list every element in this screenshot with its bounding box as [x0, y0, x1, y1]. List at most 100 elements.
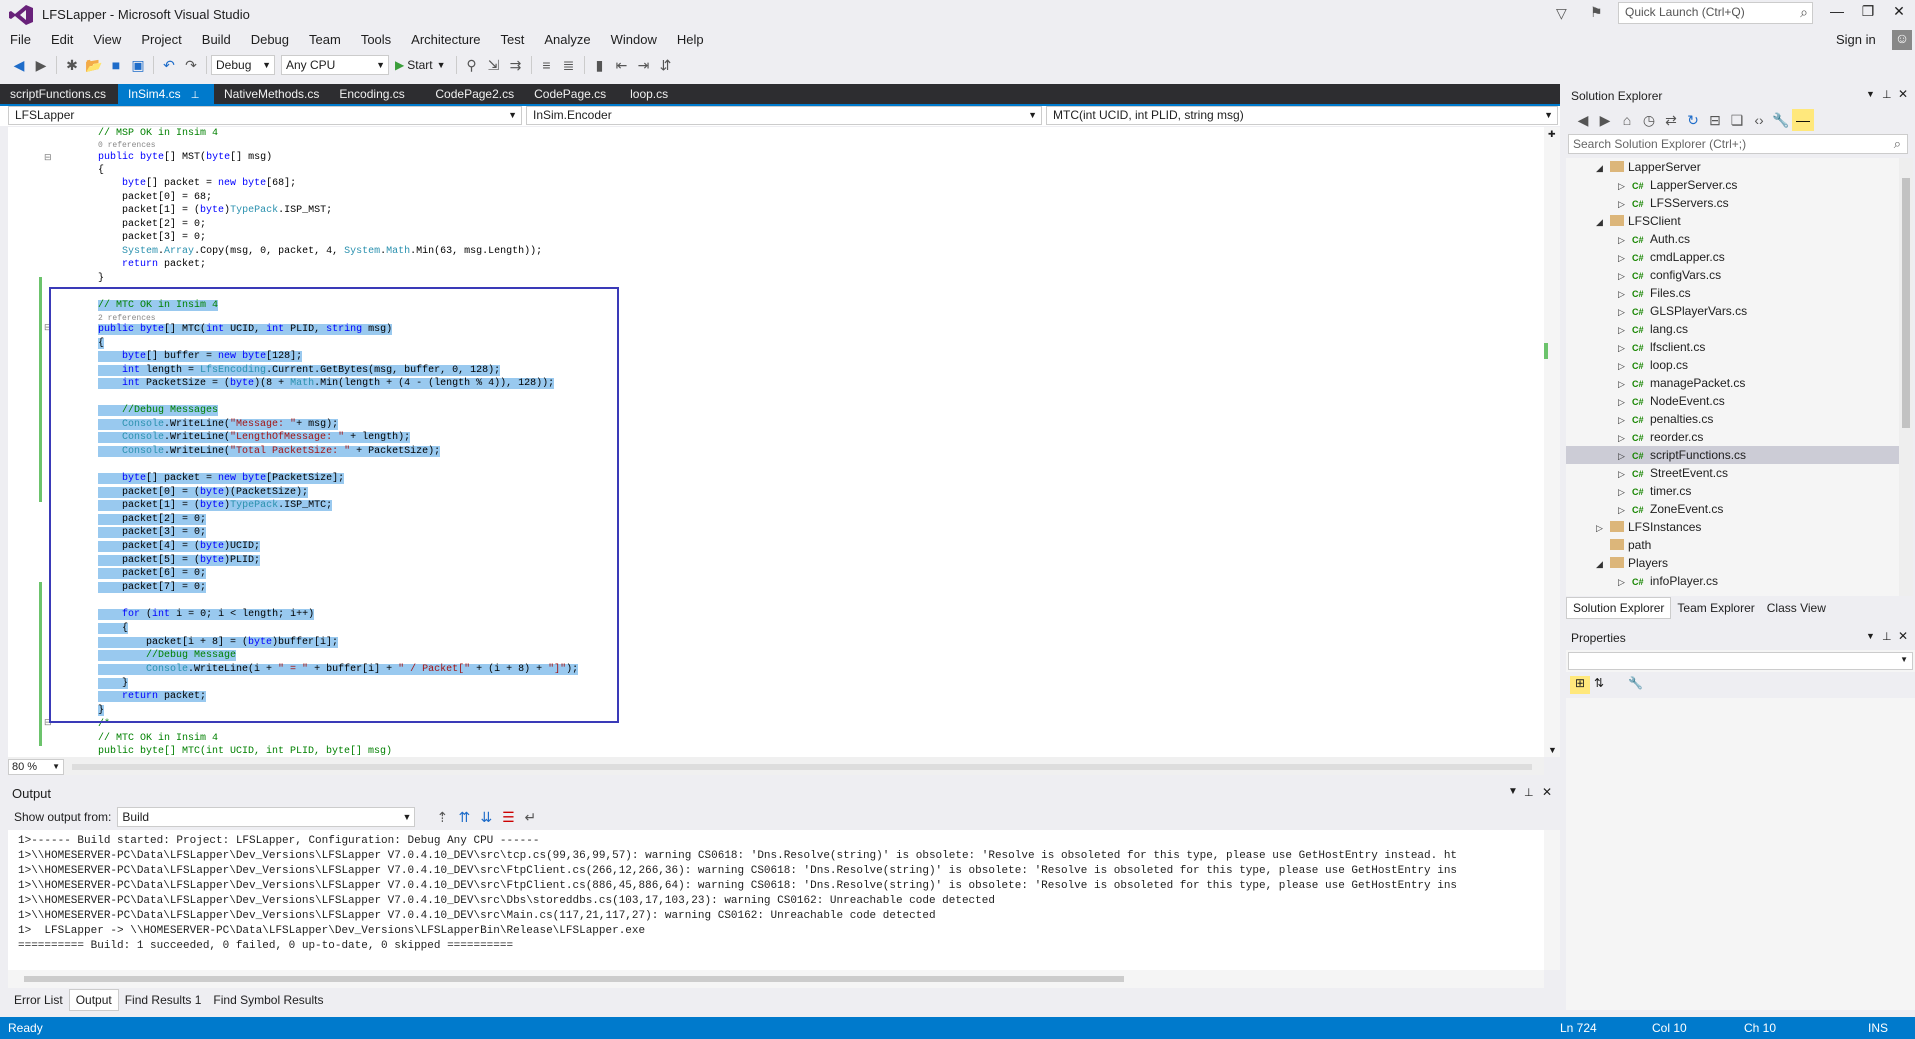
collapsed-icon[interactable]: ▷ — [1618, 429, 1632, 447]
minimize-button[interactable]: — — [1822, 3, 1852, 25]
step-into-icon[interactable]: ⇲ — [483, 54, 505, 76]
collapsed-icon[interactable]: ▷ — [1618, 501, 1632, 519]
home-icon[interactable]: ⌂ — [1616, 109, 1638, 131]
tree-file[interactable]: ▷ C# Auth.cs — [1566, 230, 1899, 248]
bottom-tab-find-results-1[interactable]: Find Results 1 — [119, 990, 208, 1010]
solution-tree-scrollbar[interactable] — [1899, 158, 1913, 596]
property-pages-icon[interactable]: 🔧 — [1628, 676, 1643, 690]
collapsed-icon[interactable]: ▷ — [1618, 447, 1632, 465]
collapsed-icon[interactable]: ▷ — [1618, 375, 1632, 393]
member-nav-select[interactable]: MTC(int UCID, int PLID, string msg) ▼ — [1046, 106, 1558, 125]
start-button[interactable]: ▶ Start ▼ — [389, 58, 452, 72]
tree-file[interactable]: ▷ C# NodeEvent.cs — [1566, 392, 1899, 410]
tab-scriptfunctions-cs[interactable]: scriptFunctions.cs — [0, 84, 118, 104]
platform-select[interactable]: Any CPU ▼ — [281, 55, 389, 75]
menu-item-view[interactable]: View — [83, 30, 131, 50]
properties-object-select[interactable]: ▼ — [1568, 652, 1913, 670]
collapsed-icon[interactable]: ▷ — [1618, 267, 1632, 285]
open-file-icon[interactable]: 📂 — [83, 54, 105, 76]
step-over-icon[interactable]: ⇉ — [505, 54, 527, 76]
tab-insim4-cs[interactable]: InSim4.cs ⊥ — [118, 84, 214, 104]
output-source-select[interactable]: Build ▼ — [117, 807, 416, 827]
feedback-filter-icon[interactable]: ▽ — [1556, 5, 1572, 21]
solution-config-select[interactable]: Debug ▼ — [211, 55, 275, 75]
close-icon[interactable]: ✕ — [1898, 629, 1908, 643]
categorized-icon[interactable]: ⊞ — [1570, 676, 1590, 694]
bottom-tab-find-symbol-results[interactable]: Find Symbol Results — [207, 990, 329, 1010]
menu-item-window[interactable]: Window — [601, 30, 667, 50]
new-project-icon[interactable]: ✱ — [61, 54, 83, 76]
collapsed-icon[interactable]: ▷ — [1618, 483, 1632, 501]
collapsed-icon[interactable]: ▷ — [1618, 303, 1632, 321]
back-icon[interactable]: ◀ — [1572, 109, 1594, 131]
menu-item-help[interactable]: Help — [667, 30, 714, 50]
menu-item-project[interactable]: Project — [131, 30, 191, 50]
menu-item-analyze[interactable]: Analyze — [534, 30, 600, 50]
menu-item-edit[interactable]: Edit — [41, 30, 83, 50]
tree-folder[interactable]: ◢ LFSClient — [1566, 212, 1899, 230]
undo-icon[interactable]: ↶ — [158, 54, 180, 76]
tab-solution-explorer[interactable]: Solution Explorer — [1566, 597, 1672, 619]
quick-launch-input[interactable]: Quick Launch (Ctrl+Q) ⌕ — [1618, 2, 1813, 24]
tree-folder[interactable]: ◢ Players — [1566, 554, 1899, 572]
tree-file[interactable]: ▷ C# LapperServer.cs — [1566, 176, 1899, 194]
expanded-icon[interactable]: ◢ — [1596, 555, 1610, 573]
prev-bookmark-icon[interactable]: ⇤ — [611, 54, 633, 76]
back-icon[interactable]: ◀ — [8, 54, 30, 76]
tree-file[interactable]: ▷ C# loop.cs — [1566, 356, 1899, 374]
scroll-thumb[interactable] — [1902, 178, 1910, 428]
collapsed-icon[interactable]: ▷ — [1618, 465, 1632, 483]
next-message-icon[interactable]: ⇊ — [475, 806, 497, 828]
collapse-icon[interactable]: ⊟ — [44, 152, 52, 163]
collapsed-icon[interactable]: ▷ — [1618, 177, 1632, 195]
save-icon[interactable]: ■ — [105, 54, 127, 76]
tree-file[interactable]: ▷ C# ZoneEvent.cs — [1566, 500, 1899, 518]
collapsed-icon[interactable]: ▷ — [1618, 573, 1632, 591]
clear-all-icon[interactable]: ☰ — [497, 806, 519, 828]
collapse-all-icon[interactable]: ⊟ — [1704, 109, 1726, 131]
editor-vertical-scrollbar[interactable]: ✚ ▼ — [1544, 127, 1560, 757]
close-button[interactable]: ✕ — [1884, 3, 1914, 25]
sign-in-link[interactable]: Sign in — [1836, 32, 1876, 47]
collapsed-icon[interactable]: ▷ — [1596, 519, 1610, 537]
tree-file[interactable]: ▷ C# penalties.cs — [1566, 410, 1899, 428]
tab-codepage-cs[interactable]: CodePage.cs — [524, 84, 620, 104]
expanded-icon[interactable]: ◢ — [1596, 159, 1610, 177]
find-message-icon[interactable]: ⇡ — [431, 806, 453, 828]
preview-icon[interactable]: — — [1792, 109, 1814, 131]
tree-file[interactable]: ▷ C# lfsclient.cs — [1566, 338, 1899, 356]
tree-file[interactable]: ▷ C# lang.cs — [1566, 320, 1899, 338]
split-icon[interactable]: ✚ — [1548, 129, 1556, 140]
forward-icon[interactable]: ▶ — [1594, 109, 1616, 131]
pending-changes-icon[interactable]: ◷ — [1638, 109, 1660, 131]
type-nav-select[interactable]: InSim.Encoder ▼ — [526, 106, 1042, 125]
chevron-down-icon[interactable]: ▼ — [1866, 89, 1875, 99]
tab-team-explorer[interactable]: Team Explorer — [1671, 598, 1760, 618]
solution-search-input[interactable]: Search Solution Explorer (Ctrl+;) ⌕ — [1568, 134, 1908, 154]
pin-icon[interactable]: ⊥ — [1882, 88, 1892, 101]
menu-item-tools[interactable]: Tools — [351, 30, 401, 50]
scroll-down-icon[interactable]: ▼ — [1548, 745, 1557, 755]
menu-item-debug[interactable]: Debug — [241, 30, 299, 50]
output-horizontal-scrollbar[interactable] — [8, 970, 1544, 988]
tree-file[interactable]: ▷ C# configVars.cs — [1566, 266, 1899, 284]
word-wrap-icon[interactable]: ↵ — [519, 806, 541, 828]
collapsed-icon[interactable]: ▷ — [1618, 195, 1632, 213]
tree-folder[interactable]: ▷ LFSInstances — [1566, 518, 1899, 536]
redo-icon[interactable]: ↷ — [180, 54, 202, 76]
clear-bookmarks-icon[interactable]: ⇵ — [655, 54, 677, 76]
collapsed-icon[interactable]: ▷ — [1618, 393, 1632, 411]
menu-item-architecture[interactable]: Architecture — [401, 30, 490, 50]
chevron-down-icon[interactable]: ▼ — [1508, 786, 1518, 797]
collapsed-icon[interactable]: ▷ — [1618, 411, 1632, 429]
zoom-select[interactable]: 80 % ▼ — [8, 759, 64, 775]
tree-file[interactable]: ▷ C# cmdLapper.cs — [1566, 248, 1899, 266]
pin-icon[interactable]: ⊥ — [191, 90, 200, 101]
close-icon[interactable]: ✕ — [1898, 87, 1908, 101]
tree-file[interactable]: ▷ C# GLSPlayerVars.cs — [1566, 302, 1899, 320]
prev-message-icon[interactable]: ⇈ — [453, 806, 475, 828]
chevron-down-icon[interactable]: ▼ — [1866, 631, 1875, 641]
pin-icon[interactable]: ⊥ — [1524, 786, 1534, 799]
bookmark-icon[interactable]: ▮ — [589, 54, 611, 76]
comment-icon[interactable]: ≡ — [536, 54, 558, 76]
